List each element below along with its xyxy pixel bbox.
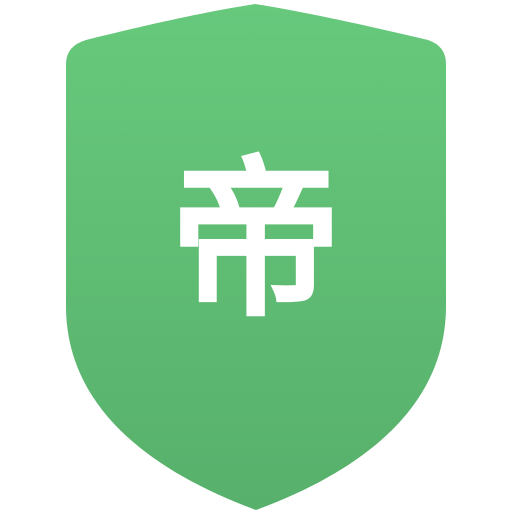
app-glyph: 帝 <box>170 140 342 341</box>
app-icon: 帝 <box>0 0 512 512</box>
shield-icon: 帝 <box>66 4 446 510</box>
